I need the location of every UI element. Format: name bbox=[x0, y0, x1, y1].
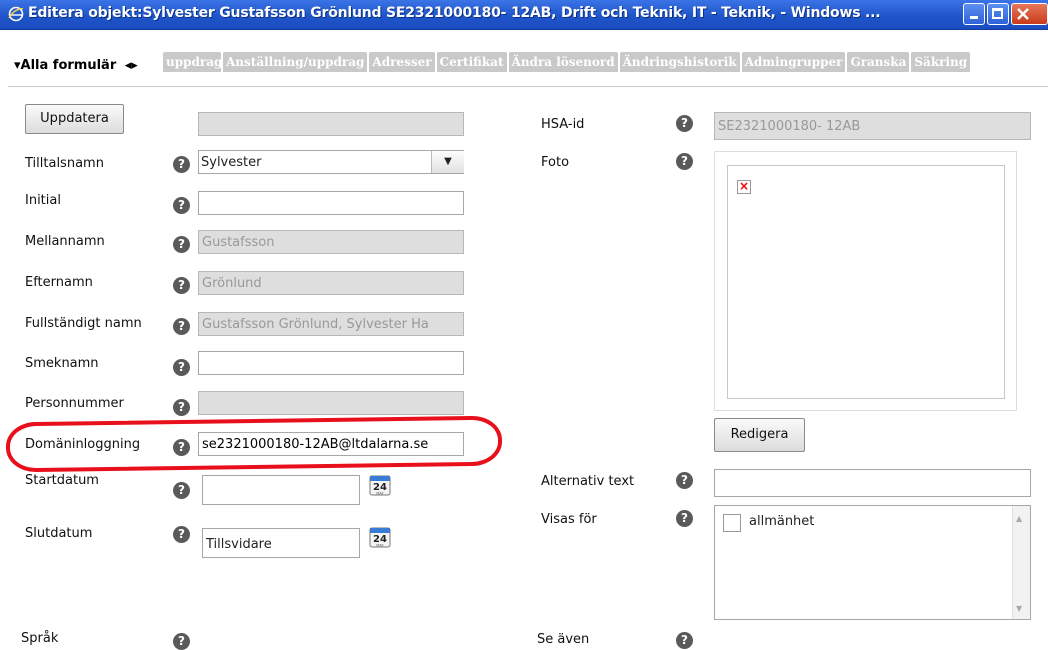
maximize-button[interactable] bbox=[987, 3, 1009, 25]
smeknamn-label: Smeknamn bbox=[25, 356, 99, 371]
foto-label: Foto bbox=[541, 155, 570, 170]
help-icon-mellannamn[interactable]: ? bbox=[173, 236, 190, 253]
slutdatum-label: Slutdatum bbox=[25, 526, 93, 541]
personnummer-label: Personnummer bbox=[25, 396, 124, 411]
calendar-icon-startdatum[interactable]: 24 MAY bbox=[369, 474, 391, 496]
scroll-down-icon[interactable]: ▼ bbox=[1016, 604, 1022, 613]
tab-nav-arrows-icon[interactable]: ◂▸ bbox=[125, 58, 138, 73]
allmanhet-label: allmänhet bbox=[749, 514, 815, 529]
visas-for-label: Visas för bbox=[541, 512, 597, 527]
tilltalsnamn-label: Tilltalsnamn bbox=[25, 156, 104, 171]
help-icon-foto[interactable]: ? bbox=[676, 153, 693, 170]
maximize-icon bbox=[992, 8, 1003, 19]
minimize-button[interactable] bbox=[963, 3, 985, 25]
calendar-month: MAY bbox=[376, 544, 384, 548]
help-icon-initial[interactable]: ? bbox=[173, 197, 190, 214]
scroll-up-icon[interactable]: ▲ bbox=[1016, 514, 1022, 523]
efternamn-label: Efternamn bbox=[25, 275, 93, 290]
help-icon-sprak[interactable]: ? bbox=[173, 633, 190, 650]
ie-icon bbox=[8, 6, 24, 22]
tab-sakring[interactable]: Säkring bbox=[911, 52, 971, 72]
se-aven-label: Se även bbox=[537, 632, 590, 647]
tab-uppdrag[interactable]: uppdrag bbox=[163, 52, 221, 72]
slutdatum-input[interactable]: Tillsvidare bbox=[202, 528, 360, 558]
listbox-scrollbar[interactable]: ▲ ▼ bbox=[1012, 506, 1030, 619]
mellannamn-input: Gustafsson bbox=[198, 230, 464, 254]
tab-andringshistorik[interactable]: Ändringshistorik bbox=[619, 52, 740, 72]
help-icon-visas-for[interactable]: ? bbox=[676, 510, 693, 527]
tab-andra-losenord[interactable]: Ändra lösenord bbox=[508, 52, 618, 72]
help-icon-se-aven[interactable]: ? bbox=[676, 632, 693, 649]
startdatum-label: Startdatum bbox=[25, 473, 99, 488]
tilltalsnamn-select-value: Sylvester bbox=[201, 155, 262, 170]
tilltalsnamn-select[interactable]: Sylvester bbox=[198, 150, 464, 174]
fullstandigt-namn-input: Gustafsson Grönlund, Sylvester Ha bbox=[198, 312, 464, 336]
initial-input[interactable] bbox=[198, 191, 464, 215]
help-icon-fullstandigt-namn[interactable]: ? bbox=[173, 318, 190, 335]
tab-alla-formular[interactable]: ▾Alla formulär ◂▸ bbox=[14, 58, 138, 73]
chevron-down-icon[interactable]: ▼ bbox=[431, 151, 464, 173]
hsa-id-label: HSA-id bbox=[541, 117, 585, 132]
close-button[interactable] bbox=[1011, 3, 1048, 25]
hsa-id-input: SE2321000180- 12AB bbox=[714, 112, 1031, 140]
photo-image: × bbox=[727, 165, 1005, 399]
sprak-label: Språk bbox=[21, 631, 59, 646]
tab-anstallning-uppdrag[interactable]: Anställning/uppdrag bbox=[223, 52, 368, 72]
calendar-icon-slutdatum[interactable]: 24 MAY bbox=[369, 526, 391, 548]
initial-label: Initial bbox=[25, 193, 61, 208]
minimize-icon bbox=[970, 16, 978, 19]
help-icon-alternativ-text[interactable]: ? bbox=[676, 472, 693, 489]
efternamn-input: Grönlund bbox=[198, 271, 464, 295]
help-icon-personnummer[interactable]: ? bbox=[173, 399, 190, 416]
startdatum-input[interactable] bbox=[202, 475, 360, 505]
tab-admingrupper[interactable]: Admingrupper bbox=[741, 52, 846, 72]
calendar-month: MAY bbox=[376, 492, 384, 496]
tab-certifikat[interactable]: Certifikat bbox=[436, 52, 507, 72]
help-icon-tilltalsnamn[interactable]: ? bbox=[173, 156, 190, 173]
help-icon-efternamn[interactable]: ? bbox=[173, 277, 190, 294]
tab-list: uppdrag Anställning/uppdrag Adresser Cer… bbox=[163, 52, 971, 72]
help-icon-hsa-id[interactable]: ? bbox=[676, 115, 693, 132]
tab-granska[interactable]: Granska bbox=[847, 52, 910, 72]
photo-frame: × bbox=[714, 151, 1017, 411]
help-icon-slutdatum[interactable]: ? bbox=[173, 526, 190, 543]
window-titlebar: Editera objekt:Sylvester Gustafsson Grön… bbox=[0, 0, 1048, 30]
help-icon-startdatum[interactable]: ? bbox=[173, 482, 190, 499]
personnummer-input bbox=[198, 391, 464, 415]
mellannamn-label: Mellannamn bbox=[25, 234, 105, 249]
smeknamn-input[interactable] bbox=[198, 351, 464, 375]
tab-adresser[interactable]: Adresser bbox=[369, 52, 435, 72]
update-button[interactable]: Uppdatera bbox=[25, 104, 124, 134]
edit-photo-button[interactable]: Redigera bbox=[714, 418, 805, 452]
visas-for-listbox[interactable]: allmänhet ▲ ▼ bbox=[714, 505, 1031, 620]
close-icon bbox=[1017, 8, 1029, 20]
red-annotation-oval bbox=[5, 415, 503, 473]
fullstandigt-namn-label: Fullständigt namn bbox=[25, 316, 142, 331]
update-info-field bbox=[198, 112, 464, 136]
broken-image-icon: × bbox=[737, 179, 751, 194]
allmanhet-checkbox[interactable] bbox=[723, 514, 741, 532]
help-icon-smeknamn[interactable]: ? bbox=[173, 359, 190, 376]
alternativ-text-label: Alternativ text bbox=[541, 474, 635, 489]
window-title: Editera objekt:Sylvester Gustafsson Grön… bbox=[28, 5, 881, 21]
alternativ-text-input[interactable] bbox=[714, 469, 1031, 497]
